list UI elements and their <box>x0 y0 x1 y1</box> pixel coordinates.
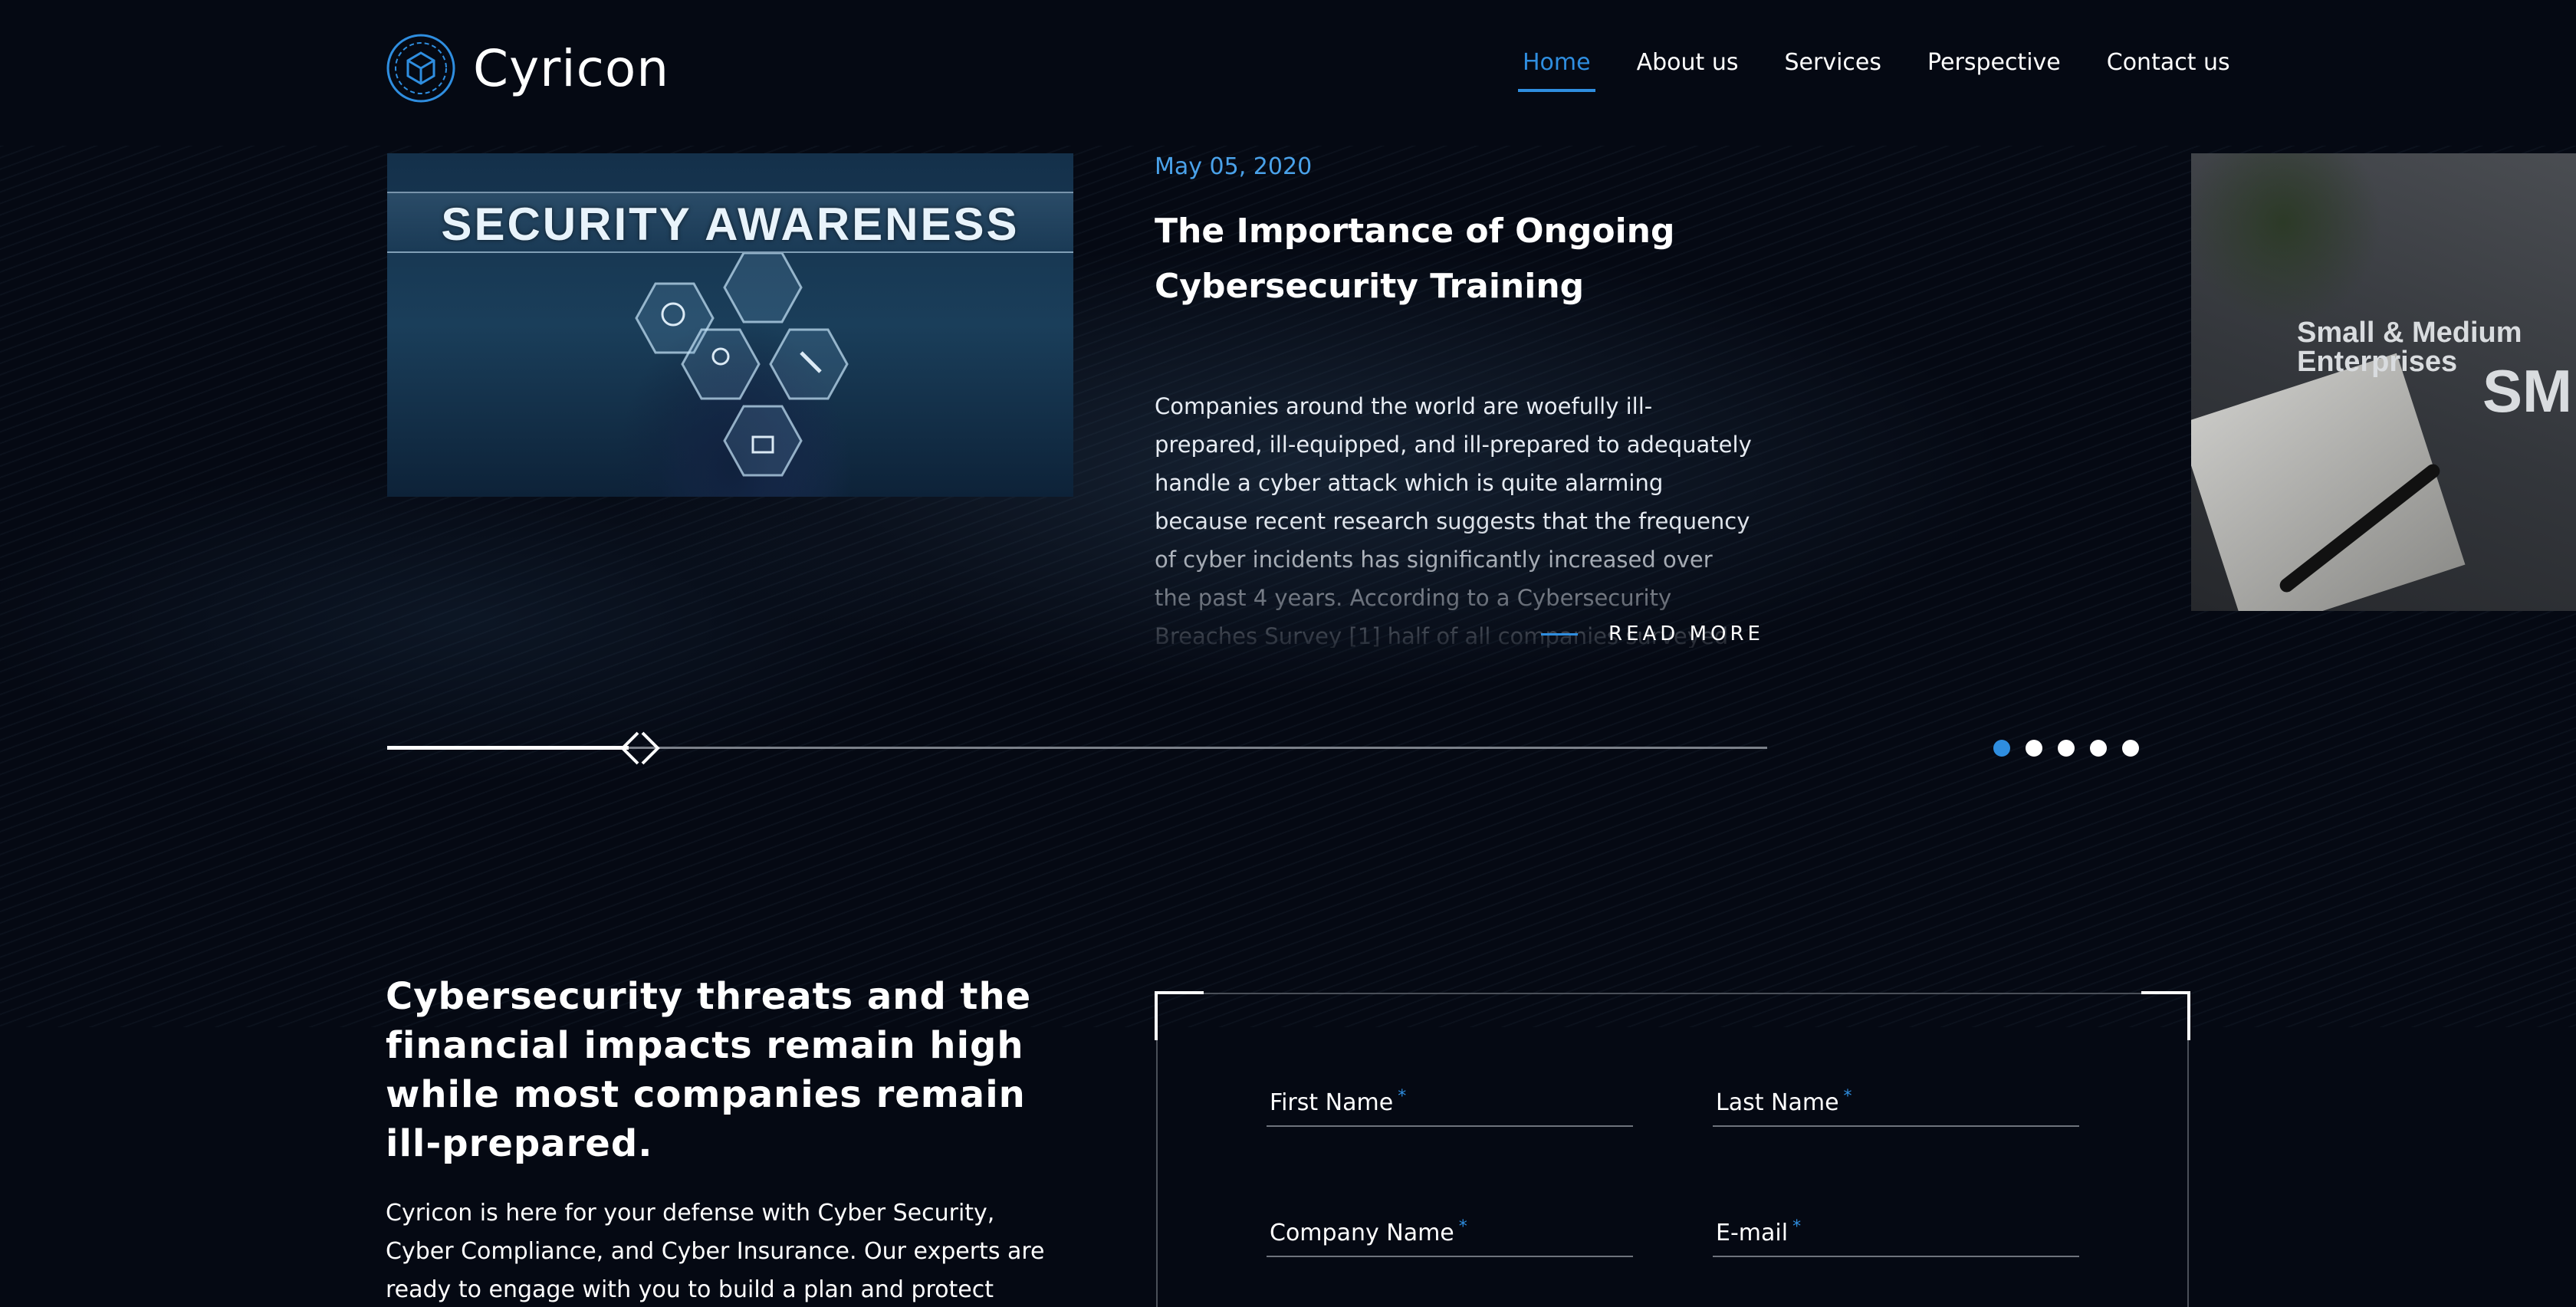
pagination-dot[interactable] <box>2026 740 2042 757</box>
pagination-dot[interactable] <box>2058 740 2075 757</box>
hexagon-icons <box>635 253 849 477</box>
brand-name: Cyricon <box>473 38 670 98</box>
pagination-dot[interactable] <box>2090 740 2107 757</box>
read-more-label: READ MORE <box>1608 622 1764 645</box>
form-corner-top-right <box>2141 991 2190 1040</box>
slide-excerpt: Companies around the world are woefully … <box>1155 393 1752 648</box>
nav-item-about-us[interactable]: About us <box>1637 49 1739 94</box>
pagination-dot[interactable] <box>2122 740 2139 757</box>
first-name-label: First Name * <box>1270 1087 1407 1116</box>
read-more-link[interactable]: READ MORE <box>1541 622 1764 645</box>
form-corner-top-left <box>1155 991 1204 1040</box>
slider-progress-fill <box>387 746 629 750</box>
email-label: E-mail * <box>1716 1217 1802 1246</box>
slider-pagination <box>1993 740 2154 757</box>
company-name-field[interactable]: Company Name * <box>1267 1211 1633 1257</box>
main-nav: Home About us Services Perspective Conta… <box>1518 49 2276 94</box>
next-slide-image-text-large: SM <box>2482 357 2572 425</box>
slide-title[interactable]: The Importance of Ongoing Cybersecurity … <box>1155 204 1737 314</box>
left-right-chevron-icon[interactable] <box>618 730 662 767</box>
company-name-label: Company Name * <box>1270 1217 1467 1246</box>
slide-image-next[interactable]: Small & Medium Enterprises SM <box>2191 153 2576 611</box>
site-header: Cyricon Home About us Services Perspecti… <box>0 0 2576 138</box>
nav-item-perspective[interactable]: Perspective <box>1927 49 2061 94</box>
slide-date: May 05, 2020 <box>1155 153 1313 180</box>
read-more-accent-line <box>1541 632 1578 635</box>
section-intro: Cyricon is here for your defense with Cy… <box>386 1200 1045 1303</box>
first-name-field[interactable]: First Name * <box>1267 1081 1633 1127</box>
last-name-label: Last Name * <box>1716 1087 1852 1116</box>
nav-item-contact-us[interactable]: Contact us <box>2107 49 2230 94</box>
nav-item-home[interactable]: Home <box>1518 49 1595 94</box>
email-field[interactable]: E-mail * <box>1713 1211 2079 1257</box>
brand-logo[interactable]: Cyricon <box>386 33 669 103</box>
circuit-hex-logo-icon <box>386 34 455 103</box>
contact-form <box>1156 993 2189 1307</box>
nav-item-services[interactable]: Services <box>1784 49 1881 94</box>
pagination-dot[interactable] <box>1993 740 2010 757</box>
section-headline: Cybersecurity threats and the financial … <box>386 975 1032 1165</box>
image-banner-text: SECURITY AWARENESS <box>441 199 1020 250</box>
slide-image-security-awareness[interactable]: SECURITY AWARENESS <box>387 153 1073 497</box>
last-name-field[interactable]: Last Name * <box>1713 1081 2079 1127</box>
